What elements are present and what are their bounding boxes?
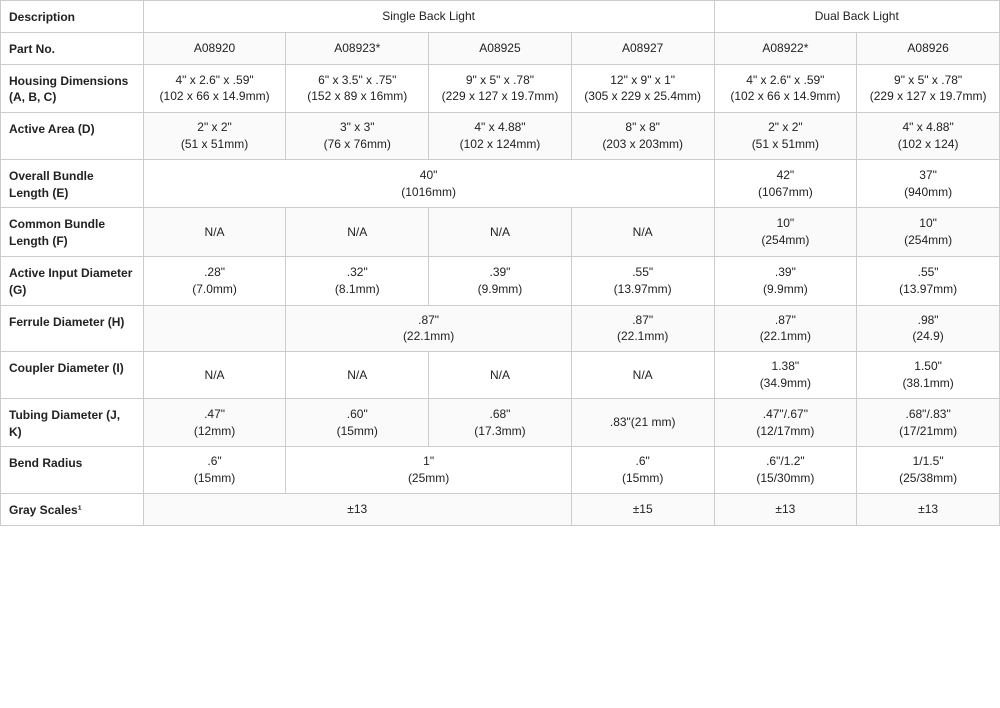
gray-scales-col3: ±15 <box>571 493 714 525</box>
coupler-desc: Coupler Diameter (I) <box>1 352 144 399</box>
ferrule-col4: .87" (22.1mm) <box>714 305 857 352</box>
gray-scales-desc: Gray Scales¹ <box>1 493 144 525</box>
specs-table: Description Single Back Light Dual Back … <box>0 0 1000 526</box>
bend-radius-col0: .6" (15mm) <box>143 447 286 494</box>
active-input-desc: Active Input Diameter (G) <box>1 256 144 305</box>
common-bundle-col1: N/A <box>286 208 429 257</box>
gray-scales-span: ±13 <box>143 493 571 525</box>
active-input-col0: .28" (7.0mm) <box>143 256 286 305</box>
ferrule-col3: .87" (22.1mm) <box>571 305 714 352</box>
bend-radius-col3: .6" (15mm) <box>571 447 714 494</box>
coupler-col4: 1.38" (34.9mm) <box>714 352 857 399</box>
bundle-length-col5: 37" (940mm) <box>857 159 1000 208</box>
active-input-col2: .39" (9.9mm) <box>429 256 572 305</box>
active-area-col0: 2" x 2" (51 x 51mm) <box>143 113 286 160</box>
part-no-a08925: A08925 <box>429 32 572 64</box>
coupler-col2: N/A <box>429 352 572 399</box>
active-area-col2: 4" x 4.88" (102 x 124mm) <box>429 113 572 160</box>
active-area-col4: 2" x 2" (51 x 51mm) <box>714 113 857 160</box>
active-input-col3: .55" (13.97mm) <box>571 256 714 305</box>
tubing-col4: .47"/.67" (12/17mm) <box>714 398 857 447</box>
active-input-col5: .55" (13.97mm) <box>857 256 1000 305</box>
bend-radius-col4: .6"/1.2" (15/30mm) <box>714 447 857 494</box>
coupler-col3: N/A <box>571 352 714 399</box>
active-area-desc: Active Area (D) <box>1 113 144 160</box>
bend-radius-col5: 1/1.5" (25/38mm) <box>857 447 1000 494</box>
common-bundle-desc: Common Bundle Length (F) <box>1 208 144 257</box>
ferrule-desc: Ferrule Diameter (H) <box>1 305 144 352</box>
tubing-col3: .83"(21 mm) <box>571 398 714 447</box>
dual-back-light-header: Dual Back Light <box>714 1 999 33</box>
tubing-desc: Tubing Diameter (J, K) <box>1 398 144 447</box>
housing-col3: 12" x 9" x 1" (305 x 229 x 25.4mm) <box>571 64 714 113</box>
single-back-light-header: Single Back Light <box>143 1 714 33</box>
tubing-col1: .60" (15mm) <box>286 398 429 447</box>
common-bundle-col4: 10" (254mm) <box>714 208 857 257</box>
housing-col5: 9" x 5" x .78" (229 x 127 x 19.7mm) <box>857 64 1000 113</box>
bundle-length-col4: 42" (1067mm) <box>714 159 857 208</box>
part-no-a08926: A08926 <box>857 32 1000 64</box>
common-bundle-col0: N/A <box>143 208 286 257</box>
housing-desc: Housing Dimensions (A, B, C) <box>1 64 144 113</box>
bend-radius-desc: Bend Radius <box>1 447 144 494</box>
coupler-col5: 1.50" (38.1mm) <box>857 352 1000 399</box>
tubing-col5: .68"/.83" (17/21mm) <box>857 398 1000 447</box>
common-bundle-col2: N/A <box>429 208 572 257</box>
active-input-col1: .32" (8.1mm) <box>286 256 429 305</box>
housing-col2: 9" x 5" x .78" (229 x 127 x 19.7mm) <box>429 64 572 113</box>
ferrule-col5: .98" (24.9) <box>857 305 1000 352</box>
housing-col4: 4" x 2.6" x .59" (102 x 66 x 14.9mm) <box>714 64 857 113</box>
part-no-a08922: A08922* <box>714 32 857 64</box>
housing-col1: 6" x 3.5" x .75" (152 x 89 x 16mm) <box>286 64 429 113</box>
active-area-col3: 8" x 8" (203 x 203mm) <box>571 113 714 160</box>
active-input-col4: .39" (9.9mm) <box>714 256 857 305</box>
gray-scales-col5: ±13 <box>857 493 1000 525</box>
bundle-length-span: 40" (1016mm) <box>143 159 714 208</box>
coupler-col1: N/A <box>286 352 429 399</box>
gray-scales-col4: ±13 <box>714 493 857 525</box>
part-no-a08927: A08927 <box>571 32 714 64</box>
tubing-col2: .68" (17.3mm) <box>429 398 572 447</box>
description-header: Description <box>1 1 144 33</box>
tubing-col0: .47" (12mm) <box>143 398 286 447</box>
common-bundle-col3: N/A <box>571 208 714 257</box>
part-no-label: Part No. <box>1 32 144 64</box>
active-area-col5: 4" x 4.88" (102 x 124) <box>857 113 1000 160</box>
bundle-length-desc: Overall Bundle Length (E) <box>1 159 144 208</box>
active-area-col1: 3" x 3" (76 x 76mm) <box>286 113 429 160</box>
part-no-a08923: A08923* <box>286 32 429 64</box>
ferrule-col0 <box>143 305 286 352</box>
coupler-col0: N/A <box>143 352 286 399</box>
bend-radius-span: 1" (25mm) <box>286 447 571 494</box>
part-no-a08920: A08920 <box>143 32 286 64</box>
housing-col0: 4" x 2.6" x .59" (102 x 66 x 14.9mm) <box>143 64 286 113</box>
common-bundle-col5: 10" (254mm) <box>857 208 1000 257</box>
ferrule-span: .87" (22.1mm) <box>286 305 571 352</box>
